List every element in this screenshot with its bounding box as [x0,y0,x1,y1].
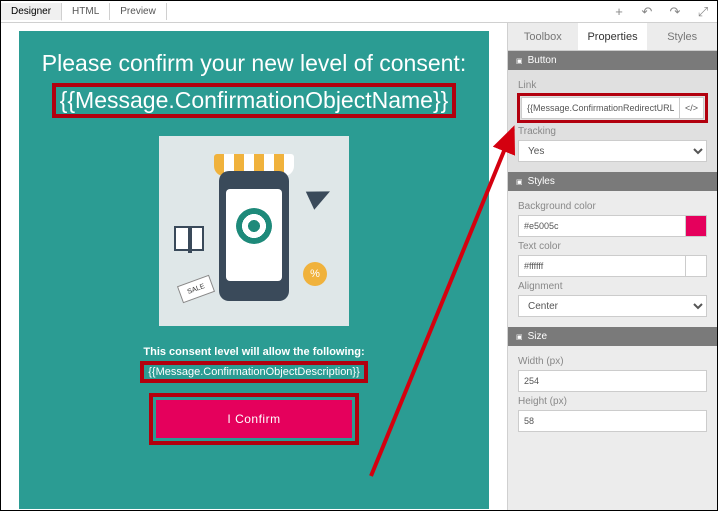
tab-html[interactable]: HTML [62,3,110,20]
height-label: Height (px) [518,396,707,407]
bg-color-input[interactable] [518,215,686,237]
add-icon[interactable]: + [605,4,633,19]
email-canvas[interactable]: Please confirm your new level of consent… [19,31,489,509]
page-title: Please confirm your new level of consent… [19,49,489,78]
bg-color-label: Background color [518,201,707,212]
merge-token-name[interactable]: {{Message.ConfirmationObjectName}} [52,83,457,118]
code-toggle-icon[interactable]: </> [680,97,704,119]
link-field-highlight: </> [517,93,708,123]
section-header-size[interactable]: ▣ Size [508,327,717,346]
panel-tab-styles[interactable]: Styles [647,23,717,50]
alignment-select[interactable]: Center [518,295,707,317]
redo-icon[interactable]: ↷ [661,4,689,20]
percent-badge-icon: % [303,262,327,286]
hero-illustration: SALE % [159,136,349,326]
editor-view-tabs: Designer HTML Preview + ↶ ↷ ⤢ [1,1,717,23]
link-input[interactable] [521,97,680,119]
tab-preview[interactable]: Preview [110,3,167,20]
properties-panel: Toolbox Properties Styles ▣ Button Link … [507,23,717,510]
alignment-label: Alignment [518,281,707,292]
chevron-down-icon: ▣ [516,178,523,186]
panel-tabs: Toolbox Properties Styles [508,23,717,51]
section-header-button[interactable]: ▣ Button [508,51,717,70]
sale-tag-icon: SALE [177,274,215,303]
panel-tab-properties[interactable]: Properties [578,23,648,50]
section-title: Size [528,331,547,342]
confirm-button[interactable]: I Confirm [156,400,352,438]
link-label: Link [518,80,707,91]
width-label: Width (px) [518,356,707,367]
design-canvas-wrap: Please confirm your new level of consent… [1,23,507,510]
megaphone-icon [306,182,334,209]
text-color-swatch[interactable] [685,255,707,277]
text-color-input[interactable] [518,255,686,277]
height-input[interactable] [518,410,707,432]
text-color-label: Text color [518,241,707,252]
section-title: Styles [528,176,555,187]
tracking-label: Tracking [518,126,707,137]
fullscreen-icon[interactable]: ⤢ [689,4,717,20]
bg-color-swatch[interactable] [685,215,707,237]
tracking-select[interactable]: Yes [518,140,707,162]
section-title: Button [528,55,557,66]
section-header-styles[interactable]: ▣ Styles [508,172,717,191]
undo-icon[interactable]: ↶ [633,4,661,20]
chevron-down-icon: ▣ [516,57,523,65]
gift-icon [174,226,204,251]
merge-token-description[interactable]: {{Message.ConfirmationObjectDescription}… [140,361,368,383]
tab-designer[interactable]: Designer [1,3,62,21]
confirm-button-highlight: I Confirm [149,393,359,445]
target-icon [236,208,272,244]
consent-description-label: This consent level will allow the follow… [19,346,489,358]
chevron-down-icon: ▣ [516,333,523,341]
panel-tab-toolbox[interactable]: Toolbox [508,23,578,50]
width-input[interactable] [518,370,707,392]
